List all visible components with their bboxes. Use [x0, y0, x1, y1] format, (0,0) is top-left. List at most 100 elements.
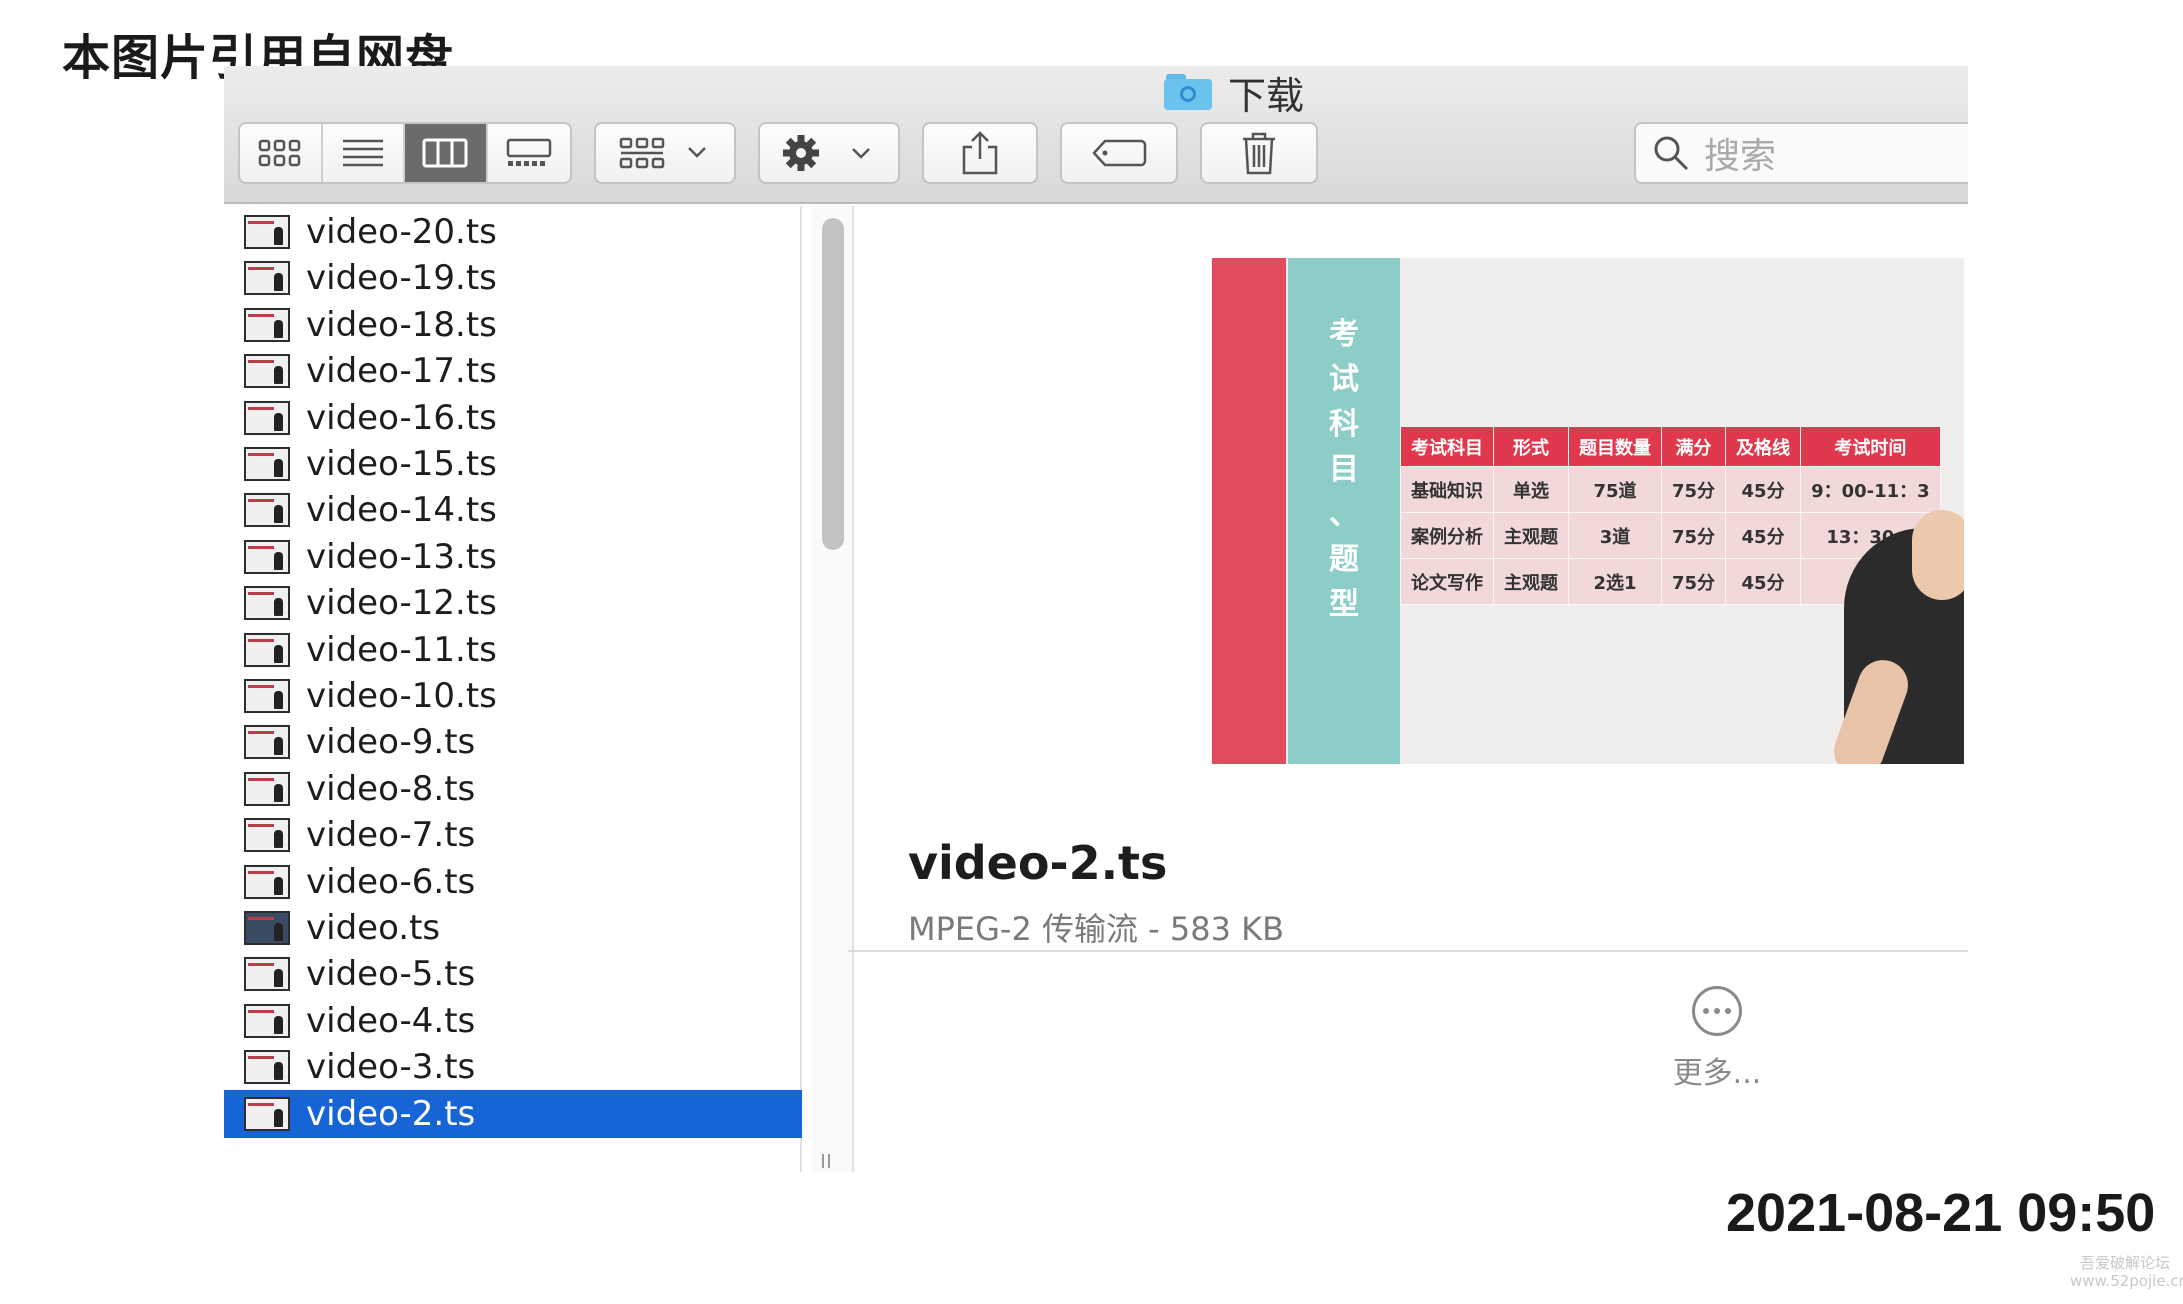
presenter-hand [1912, 510, 1964, 600]
video-file-icon [244, 261, 290, 296]
video-file-icon [244, 911, 290, 945]
file-name: video-13.ts [306, 536, 497, 577]
trash-button[interactable] [1200, 122, 1318, 184]
file-row[interactable]: video-5.ts [224, 950, 802, 998]
gallery-view-button[interactable] [488, 124, 570, 182]
thumbnail-table-cell: 45分 [1725, 466, 1802, 513]
watermark: 吾爱破解论坛 www.52pojie.cn [2070, 1254, 2183, 1290]
share-icon [962, 131, 998, 175]
video-file-icon [244, 957, 290, 992]
file-row[interactable]: video-20.ts [224, 208, 802, 256]
file-row[interactable]: video-3.ts [224, 1043, 802, 1091]
search-icon [1654, 136, 1689, 171]
file-name: video-18.ts [306, 304, 497, 345]
file-name: video-8.ts [306, 768, 476, 809]
tag-button[interactable] [1060, 122, 1178, 184]
file-name: video-20.ts [306, 212, 497, 252]
search-field[interactable]: 搜索 [1634, 122, 1968, 184]
icon-view-icon [259, 139, 301, 167]
group-by-button[interactable] [594, 122, 736, 184]
file-name: video-10.ts [306, 676, 497, 716]
file-row[interactable]: video-16.ts [224, 394, 802, 442]
video-file-icon [244, 1050, 290, 1085]
thumbnail-table-header: 形式 [1493, 426, 1569, 467]
video-file-icon [244, 493, 290, 528]
file-row[interactable]: video-9.ts [224, 718, 802, 766]
column-view-icon [422, 138, 468, 168]
file-row[interactable]: video-13.ts [224, 533, 802, 581]
gallery-view-icon [506, 138, 551, 166]
share-button[interactable] [922, 122, 1038, 184]
action-menu-button[interactable] [758, 122, 900, 184]
video-file-icon [244, 307, 290, 342]
tag-icon [1092, 139, 1147, 167]
file-name: video-12.ts [306, 583, 497, 624]
preview-thumbnail: 考试科目、题型 考试科目 形式 题目数量 满分 及格线 考试时间 基础知识 单选 75道 75分… [1212, 258, 1964, 764]
thumbnail-table-cell: 单选 [1493, 466, 1569, 513]
file-name: video-16.ts [306, 397, 497, 438]
file-row[interactable]: video-8.ts [224, 765, 802, 813]
file-row[interactable]: video-10.ts [224, 672, 802, 720]
window-title: 下载 [1164, 68, 1304, 118]
toolbar: 下载 搜索 [224, 66, 1968, 204]
file-row[interactable]: video-2.ts [224, 1089, 802, 1138]
thumbnail-title-char: 、 [1329, 497, 1359, 532]
video-file-icon [244, 539, 290, 574]
watermark-line1: 吾爱破解论坛 [2079, 1254, 2170, 1272]
file-row[interactable]: video-15.ts [224, 440, 802, 488]
file-row[interactable]: video-14.ts [224, 486, 802, 534]
video-file-icon [244, 1096, 290, 1131]
video-file-icon [244, 864, 290, 899]
thumbnail-table-cell: 2选1 [1568, 558, 1662, 605]
file-name: video.ts [306, 908, 441, 948]
file-name: video-2.ts [306, 1093, 476, 1134]
more-button[interactable]: 更多... [1660, 986, 1774, 1092]
thumbnail-red-bar [1212, 258, 1286, 764]
file-row[interactable]: video-18.ts [224, 301, 802, 349]
thumbnail-table-cell: 45分 [1725, 558, 1802, 605]
file-row[interactable]: video-17.ts [224, 347, 802, 395]
more-label: 更多... [1672, 1056, 1762, 1091]
file-row[interactable]: video-11.ts [224, 626, 802, 674]
file-row[interactable]: video.ts [224, 904, 802, 952]
video-file-icon [244, 586, 290, 621]
column-resize-handle[interactable] [822, 1154, 840, 1168]
video-file-icon [244, 447, 290, 481]
thumbnail-table-cell: 75道 [1568, 466, 1662, 513]
file-list-scrollbar[interactable] [812, 206, 854, 1172]
trash-icon [1243, 132, 1275, 175]
more-icon [1692, 986, 1742, 1036]
video-file-icon [244, 771, 290, 806]
thumbnail-table-cell: 75分 [1660, 512, 1727, 559]
thumbnail-title-char: 型 [1329, 587, 1359, 622]
thumbnail-table-cell: 45分 [1725, 512, 1802, 559]
file-row[interactable]: video-7.ts [224, 811, 802, 859]
video-file-icon [244, 679, 290, 713]
video-file-icon [244, 632, 290, 667]
column-view-button[interactable] [405, 124, 488, 182]
video-file-icon [244, 818, 290, 853]
file-name: video-5.ts [306, 954, 476, 995]
thumbnail-table-cell: 论文写作 [1400, 558, 1494, 605]
file-row[interactable]: video-19.ts [224, 254, 802, 302]
thumbnail-table-header: 题目数量 [1568, 426, 1662, 467]
file-row[interactable]: video-4.ts [224, 997, 802, 1045]
preview-file-info: MPEG-2 传输流 - 583 KB [908, 910, 1285, 948]
search-placeholder[interactable]: 搜索 [1704, 127, 1776, 179]
thumbnail-table-cell: 基础知识 [1400, 466, 1494, 513]
file-name: video-15.ts [306, 444, 497, 484]
file-list: video-20.ts video-19.ts video-18.ts video-1… [224, 206, 802, 1172]
list-view-button[interactable] [323, 124, 405, 182]
list-view-icon [342, 139, 383, 167]
icon-view-button[interactable] [240, 124, 323, 182]
thumbnail-table-cell: 主观题 [1493, 512, 1569, 559]
file-row[interactable]: video-12.ts [224, 579, 802, 627]
scrollbar-thumb[interactable] [822, 218, 844, 550]
thumbnail-table-header: 考试科目 [1400, 426, 1494, 467]
overlay-timestamp: 2021-08-21 09:50 [1726, 1183, 2156, 1243]
file-row[interactable]: video-6.ts [224, 858, 802, 906]
thumbnail-table-cell: 75分 [1660, 466, 1727, 513]
file-name: video-17.ts [306, 351, 497, 392]
group-by-icon [619, 137, 706, 169]
thumbnail-table-cell: 9：00-11：3 [1800, 466, 1941, 513]
